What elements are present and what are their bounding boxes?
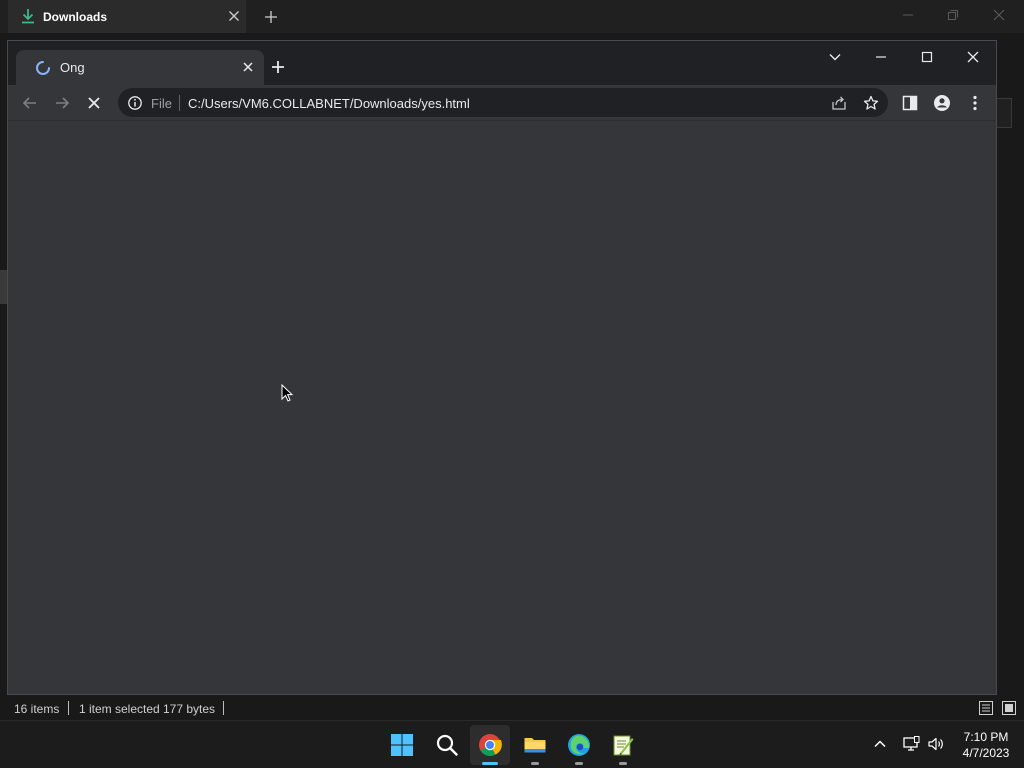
chrome-toolbar: File C:/Users/VM6.COLLABNET/Downloads/ye…: [8, 85, 996, 120]
clock-date: 4/7/2023: [962, 746, 1010, 760]
status-divider: [223, 701, 224, 715]
share-icon[interactable]: [830, 94, 848, 112]
search-icon: [436, 734, 458, 756]
selection-status: 1 item selected: [79, 702, 160, 716]
address-divider: [179, 95, 180, 111]
taskbar-search-button[interactable]: [427, 725, 467, 765]
explorer-tab-bar: Downloads: [0, 0, 1024, 33]
volume-icon[interactable]: [927, 735, 945, 753]
chrome-tab-active[interactable]: Ong: [16, 50, 264, 85]
kebab-menu-icon[interactable]: [965, 93, 985, 113]
close-tab-icon[interactable]: [226, 8, 242, 24]
address-scheme-label: File: [151, 96, 172, 111]
active-indicator: [482, 762, 498, 765]
mouse-pointer-icon: [281, 384, 293, 402]
edge-logo-icon: [568, 734, 590, 756]
address-url[interactable]: C:/Users/VM6.COLLABNET/Downloads/yes.htm…: [188, 96, 470, 111]
side-panel-icon[interactable]: [900, 93, 920, 113]
new-tab-icon[interactable]: [269, 58, 287, 76]
tab-search-chevron-icon[interactable]: [826, 48, 844, 66]
selection-size: 177 bytes: [163, 702, 216, 716]
page-content[interactable]: [8, 120, 996, 694]
maximize-icon[interactable]: [918, 48, 936, 66]
running-indicator: [575, 762, 583, 765]
forward-arrow-icon[interactable]: [52, 93, 72, 113]
close-tab-icon[interactable]: [240, 59, 256, 75]
address-bar[interactable]: File C:/Users/VM6.COLLABNET/Downloads/ye…: [118, 88, 888, 117]
explorer-tab-downloads[interactable]: Downloads: [8, 0, 246, 33]
notepad-plus-plus-icon: [613, 735, 634, 756]
taskbar-chrome[interactable]: [470, 725, 510, 765]
bookmark-star-icon[interactable]: [862, 94, 880, 112]
details-view-icon[interactable]: [978, 700, 994, 716]
clock-time: 7:10 PM: [963, 730, 1009, 744]
taskbar-file-explorer[interactable]: [515, 725, 555, 765]
stop-loading-icon[interactable]: [84, 93, 104, 113]
close-window-icon[interactable]: [964, 48, 982, 66]
minimize-icon[interactable]: [872, 48, 890, 66]
back-arrow-icon[interactable]: [20, 93, 40, 113]
running-indicator: [531, 762, 539, 765]
download-icon: [22, 9, 34, 24]
taskbar: 7:10 PM 4/7/2023: [0, 720, 1024, 768]
minimize-icon[interactable]: [899, 6, 917, 24]
running-indicator: [619, 762, 627, 765]
restore-icon[interactable]: [944, 6, 962, 24]
chrome-tab-strip: Ong: [8, 41, 996, 85]
system-clock[interactable]: 7:10 PM 4/7/2023: [956, 729, 1016, 761]
close-window-icon[interactable]: [990, 6, 1008, 24]
folder-icon: [524, 738, 546, 753]
network-icon[interactable]: [902, 735, 920, 753]
loading-spinner-icon: [36, 61, 50, 75]
status-divider: [68, 701, 69, 715]
info-icon[interactable]: [127, 95, 143, 111]
new-tab-icon[interactable]: [262, 8, 280, 26]
taskbar-edge[interactable]: [559, 725, 599, 765]
chrome-window: Ong File C:/Users/VM6.COLLABNET/Download…: [7, 40, 997, 695]
taskbar-notepad-plus-plus[interactable]: [603, 725, 643, 765]
explorer-tab-label: Downloads: [43, 10, 108, 24]
profile-avatar-icon[interactable]: [932, 93, 952, 113]
explorer-status-bar: 16 items 1 item selected 177 bytes: [0, 697, 1024, 720]
chrome-logo-icon: [479, 734, 502, 756]
start-button[interactable]: [382, 725, 422, 765]
show-hidden-icons-chevron-icon[interactable]: [871, 735, 889, 753]
chrome-tab-label: Ong: [60, 60, 85, 75]
explorer-search-box-edge[interactable]: [996, 98, 1012, 128]
tiles-view-icon[interactable]: [1001, 700, 1017, 716]
items-count: 16 items: [14, 702, 60, 716]
windows-logo-icon: [391, 734, 413, 756]
